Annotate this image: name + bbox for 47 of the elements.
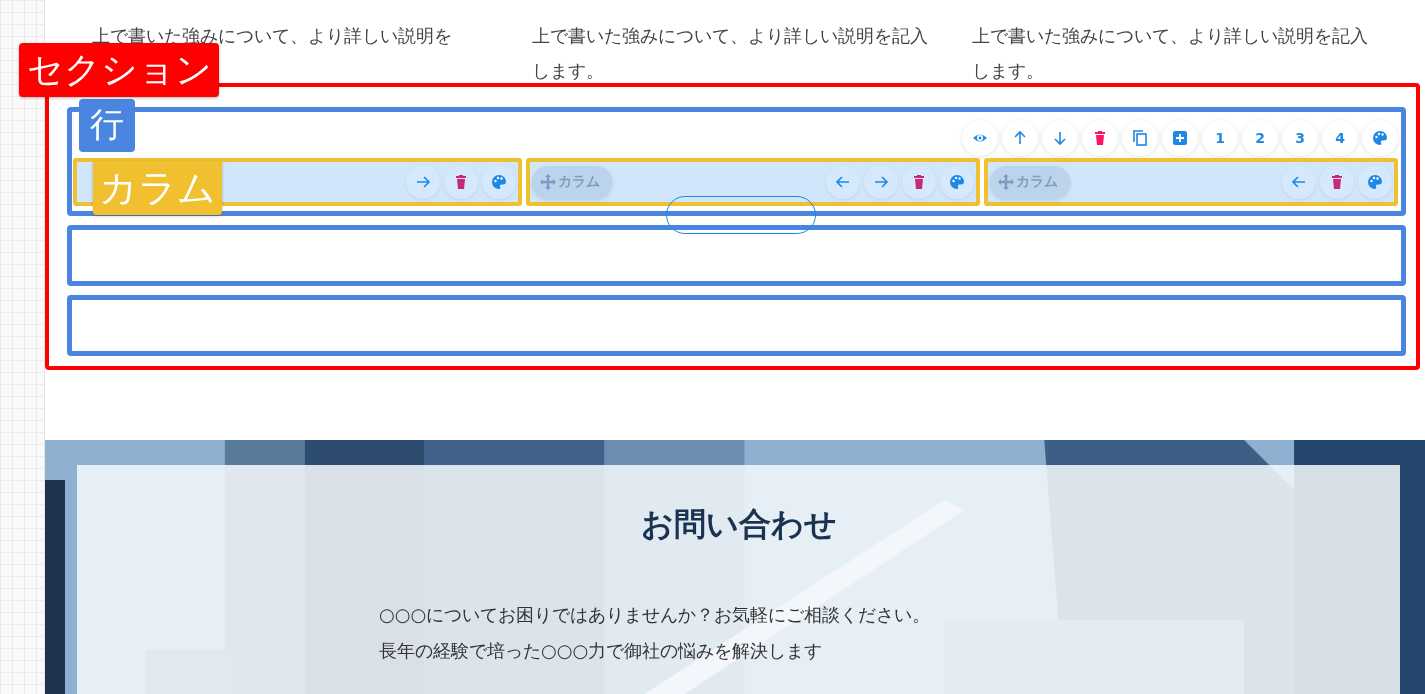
palette-icon	[1367, 174, 1383, 190]
trash-icon	[1092, 130, 1108, 146]
trash-icon	[1329, 174, 1345, 190]
move-icon	[540, 174, 556, 190]
left-arrow-icon	[1291, 174, 1307, 190]
palette-icon	[949, 174, 965, 190]
up-arrow-icon	[1012, 130, 1028, 146]
trash-icon	[911, 174, 927, 190]
toolbar-button[interactable]	[1082, 120, 1118, 156]
column-button[interactable]	[406, 165, 440, 199]
column-button[interactable]	[482, 165, 516, 199]
column-button[interactable]	[940, 165, 974, 199]
section-label: セクション	[19, 43, 219, 97]
palette-icon	[1372, 130, 1388, 146]
toolbar-button[interactable]	[1042, 120, 1078, 156]
column-count-button[interactable]: 1	[1202, 120, 1238, 156]
toolbar-button[interactable]	[1162, 120, 1198, 156]
copy-icon	[1132, 130, 1148, 146]
column-label: カラム	[93, 161, 222, 215]
move-icon	[998, 174, 1014, 190]
down-arrow-icon	[1052, 130, 1068, 146]
contact-text: ○○○についてお困りではありませんか？お気軽にご相談ください。	[379, 603, 932, 627]
left-arrow-icon	[835, 174, 851, 190]
column-count-button[interactable]: 4	[1322, 120, 1358, 156]
column-button[interactable]	[1320, 165, 1354, 199]
trash-icon	[453, 174, 469, 190]
column-button[interactable]	[444, 165, 478, 199]
feature-description: 上で書いた強みについて、より詳しい説明を記入します。	[532, 24, 929, 83]
toolbar-button[interactable]	[1362, 120, 1398, 156]
column-button[interactable]	[1282, 165, 1316, 199]
add-icon	[1172, 130, 1188, 146]
toolbar-button[interactable]	[1002, 120, 1038, 156]
feature-description: 上で書いた強みについて、より詳しい説明を記入します。	[972, 24, 1369, 83]
right-arrow-icon	[415, 174, 431, 190]
column-count-button[interactable]: 3	[1282, 120, 1318, 156]
column-button[interactable]	[864, 165, 898, 199]
palette-icon	[491, 174, 507, 190]
column-button[interactable]	[826, 165, 860, 199]
contact-heading: お問い合わせ	[640, 504, 837, 545]
contact-text: 長年の経験で培った○○○力で御社の悩みを解決します	[379, 639, 824, 663]
column-button[interactable]	[902, 165, 936, 199]
column-button[interactable]	[1358, 165, 1392, 199]
toolbar-button[interactable]	[962, 120, 998, 156]
toolbar-button[interactable]	[1122, 120, 1158, 156]
column-count-button[interactable]: 2	[1242, 120, 1278, 156]
row-label: 行	[79, 99, 135, 152]
right-arrow-icon	[873, 174, 889, 190]
